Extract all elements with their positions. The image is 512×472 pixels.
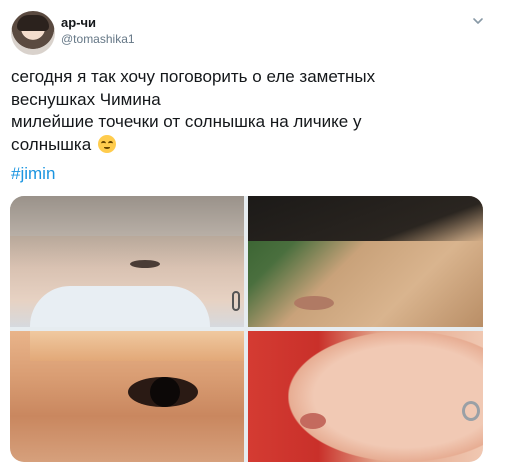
tweet-line: веснушках Чимина xyxy=(11,89,161,109)
tweet-line: милейшие точечки от солнышка на личике у xyxy=(11,112,362,131)
user-handle[interactable]: @tomashika1 xyxy=(61,32,135,46)
tweet-line: солнышка xyxy=(11,134,92,154)
tweet: ар-чи @tomashika1 сегодня я так хочу пог… xyxy=(0,0,512,472)
chevron-down-icon[interactable] xyxy=(472,15,484,27)
photo-2[interactable] xyxy=(248,196,483,327)
media-grid xyxy=(10,196,483,462)
hashtag-link[interactable]: #jimin xyxy=(11,164,55,184)
tweet-line-last: солнышка xyxy=(11,134,491,157)
photo-3[interactable] xyxy=(10,331,244,462)
tweet-text: сегодня я так хочу поговорить о еле заме… xyxy=(11,66,491,156)
tweet-line: сегодня я так хочу поговорить о еле заме… xyxy=(11,67,376,86)
avatar[interactable] xyxy=(11,11,55,55)
rolling-eyes-emoji-icon xyxy=(97,134,116,153)
photo-1[interactable] xyxy=(10,196,244,327)
display-name[interactable]: ар-чи xyxy=(61,15,96,30)
photo-4[interactable] xyxy=(248,331,483,462)
